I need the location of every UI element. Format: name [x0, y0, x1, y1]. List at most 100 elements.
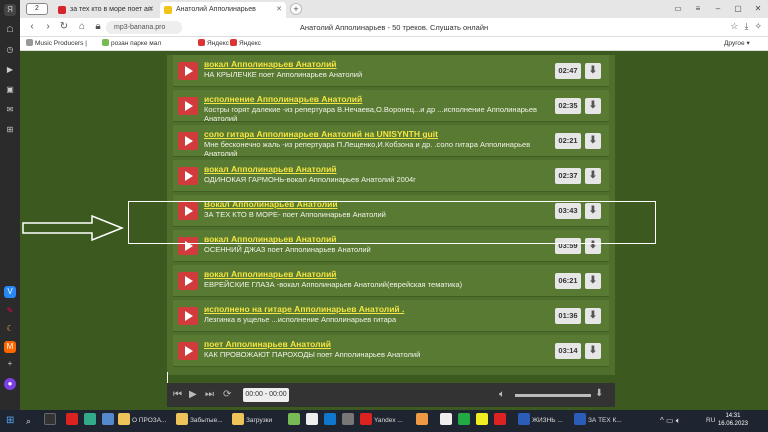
track-duration: 02:47: [555, 63, 581, 79]
taskbar-item[interactable]: Yandex ...: [360, 413, 412, 429]
app-icon[interactable]: [66, 413, 80, 429]
gmail-icon[interactable]: M: [4, 341, 16, 353]
app-icon[interactable]: [102, 413, 116, 429]
other-bookmarks[interactable]: Другое ▾: [724, 39, 750, 49]
track-duration: 02:21: [555, 133, 581, 149]
clock[interactable]: 14:31 16.06.2023: [718, 412, 748, 428]
taskbar-item[interactable]: Забытые...: [176, 413, 228, 429]
moon-icon[interactable]: ☾: [4, 323, 16, 335]
bookmark-item[interactable]: розан парке мал: [102, 39, 161, 49]
bookmark-item[interactable]: Music Producers |: [26, 39, 87, 49]
new-tab-button[interactable]: +: [290, 3, 302, 15]
track-title-link[interactable]: исполнение Апполинарьев Анатолий: [204, 94, 362, 104]
next-icon[interactable]: ⏭: [205, 388, 214, 402]
play-icon[interactable]: ▶: [189, 388, 197, 402]
tray-icons[interactable]: ^ ▭ 🔈︎: [660, 413, 681, 429]
plus-icon[interactable]: +: [4, 358, 16, 370]
download-arrow-icon[interactable]: ⬇: [585, 63, 601, 79]
prev-icon[interactable]: ⏮: [173, 388, 182, 402]
track-row: соло гитара Апполинарьев Анатолий на UNI…: [173, 125, 609, 158]
folder-icon: [176, 413, 188, 425]
play-button[interactable]: [178, 97, 198, 115]
language-indicator[interactable]: RU: [706, 413, 715, 429]
highlight-box: [128, 201, 656, 244]
taskbar-item[interactable]: О ПРОЗА...: [118, 413, 182, 429]
track-title-link[interactable]: вокал Апполинарьев Анатолий: [204, 59, 337, 69]
taskbar-item[interactable]: ЗА ТЕХ К...: [574, 413, 628, 429]
play-button[interactable]: [178, 342, 198, 360]
repeat-icon[interactable]: ⟳: [223, 388, 231, 402]
app-icon[interactable]: [494, 413, 508, 429]
play-icon[interactable]: ▶: [4, 64, 16, 76]
play-button[interactable]: [178, 62, 198, 80]
play-button[interactable]: [178, 132, 198, 150]
history-icon[interactable]: ◷: [4, 44, 16, 56]
close-tab-icon[interactable]: ✕: [276, 2, 282, 18]
app-icon[interactable]: [342, 413, 356, 429]
close-tab-icon[interactable]: ✕: [148, 2, 154, 18]
vk-icon[interactable]: V: [4, 286, 16, 298]
track-row: вокал Апполинарьев Анатолий ЕВРЕЙСКИЕ ГЛ…: [173, 265, 609, 297]
bookmarks-menu-icon[interactable]: ▭: [668, 0, 688, 18]
extensions-icon[interactable]: ✧: [754, 21, 762, 32]
tab-artist[interactable]: Анатолий Апполинарьев ✕: [160, 2, 286, 18]
track-description: Лезгинка в ущелье ...исполнение Апполина…: [204, 315, 397, 324]
media-icon: [84, 413, 96, 425]
app-icon[interactable]: [84, 413, 98, 429]
track-title-link[interactable]: исполнено на гитаре Апполинарьев Анатоли…: [204, 304, 404, 314]
play-button[interactable]: [178, 167, 198, 185]
bookmark-star-icon[interactable]: ☆: [730, 21, 738, 32]
track-title-link[interactable]: поет Апполинарьев Анатолий: [204, 339, 331, 349]
download-arrow-icon[interactable]: ⬇: [585, 98, 601, 114]
clock-time: 14:31: [725, 413, 741, 419]
download-arrow-icon[interactable]: ⬇: [585, 273, 601, 289]
pencil-icon[interactable]: ✎: [4, 305, 16, 317]
bookmark-icon[interactable]: ⊞: [4, 124, 16, 136]
app-icon[interactable]: [288, 413, 302, 429]
mail-icon[interactable]: ✉: [4, 104, 16, 116]
app-icon[interactable]: [476, 413, 490, 429]
search-icon[interactable]: ⌕: [26, 413, 31, 429]
twenty-icon[interactable]: ▣: [4, 84, 16, 96]
menu-icon[interactable]: ≡: [688, 0, 708, 18]
app-icon[interactable]: [458, 413, 472, 429]
windows-start-icon[interactable]: ⊞: [6, 413, 14, 429]
bell-icon[interactable]: ☖: [4, 24, 16, 36]
banana-favicon-icon: [164, 6, 172, 14]
app-blue-icon: [102, 413, 114, 425]
app-white-icon: [306, 413, 318, 425]
track-description: КАК ПРОВОЖАЮТ ПАРОХОДЫ поет Апполинарьев…: [204, 350, 421, 359]
track-title-link[interactable]: вокал Апполинарьев Анатолий: [204, 269, 337, 279]
track-title-link[interactable]: вокал Апполинарьев Анатолий: [204, 164, 337, 174]
track-duration: 01:36: [555, 308, 581, 324]
folder-icon: [232, 413, 244, 425]
taskbar-item[interactable]: ЖИЗНЬ ...: [518, 413, 570, 429]
download-arrow-icon[interactable]: ⬇: [585, 308, 601, 324]
track-title-link[interactable]: соло гитара Апполинарьев Анатолий на UNI…: [204, 129, 438, 139]
download-arrow-icon[interactable]: ⬇: [585, 133, 601, 149]
app-icon[interactable]: [44, 413, 58, 429]
app-icon[interactable]: [306, 413, 320, 429]
player-download-icon[interactable]: ⬇: [595, 388, 603, 399]
close-window-icon[interactable]: ✕: [748, 0, 768, 18]
alice-icon[interactable]: ●: [4, 378, 16, 390]
app-icon[interactable]: [324, 413, 338, 429]
app-icon[interactable]: [416, 413, 430, 429]
tab-count[interactable]: 2: [26, 3, 48, 15]
bookmark-item[interactable]: Яндекс: [230, 39, 261, 49]
taskbar-item[interactable]: Загрузки: [232, 413, 284, 429]
download-arrow-icon[interactable]: ⬇: [585, 343, 601, 359]
download-icon[interactable]: ⤓: [744, 21, 748, 32]
tab-search[interactable]: за тех кто в море поет ап ✕: [54, 2, 158, 18]
play-button[interactable]: [178, 272, 198, 290]
app-icon[interactable]: [440, 413, 454, 429]
download-arrow-icon[interactable]: ⬇: [585, 168, 601, 184]
maximize-icon[interactable]: ▢: [728, 0, 748, 18]
yandex-logo-icon[interactable]: Я: [4, 4, 16, 16]
minimize-icon[interactable]: –: [708, 0, 728, 18]
volume-icon[interactable]: 🔈︎: [499, 388, 505, 402]
volume-slider[interactable]: [515, 394, 591, 397]
play-button[interactable]: [178, 307, 198, 325]
bookmark-item[interactable]: Яндекс: [198, 39, 229, 49]
chrome-icon: [440, 413, 452, 425]
